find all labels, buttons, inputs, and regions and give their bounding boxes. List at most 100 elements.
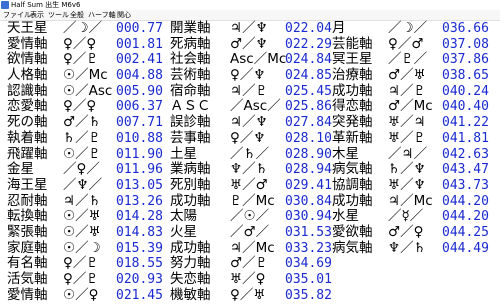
planet-pair-formula: ♀／♇ [63, 255, 99, 272]
degree-value: 029.41 [285, 177, 332, 193]
axis-name: 飛躍軸 [7, 145, 48, 162]
planet-pair-formula: ♀／♆ [230, 67, 266, 84]
list-item: 欲情軸 ♀／♇ 002.41 [7, 52, 177, 68]
planet-pair-formula: ☉／♅ [63, 223, 101, 240]
planet-pair-formula: ☉／☽ [63, 239, 101, 256]
axis-name: 病気軸 [332, 239, 373, 256]
list-item: 機敏軸 ♀／♅ 035.82 [170, 286, 340, 304]
planet-pair-formula: ♃／♆ [230, 20, 268, 36]
planet-pair-formula: ♃／♇ [230, 82, 268, 99]
axis-name: 宿命軸 [170, 82, 211, 99]
list-item: 社会軸 Asc／Mc 024.84 [170, 52, 340, 68]
planet-pair-formula: ／♇／ [388, 51, 428, 68]
axis-name: 努力軸 [170, 255, 211, 272]
axis-name: 芸術軸 [170, 67, 211, 84]
axis-name: 太陽 [170, 208, 197, 225]
degree-value: 013.05 [116, 177, 163, 193]
axis-name: 治療軸 [332, 67, 373, 84]
degree-value: 043.47 [442, 162, 489, 178]
degree-value: 025.86 [285, 99, 332, 115]
axis-name: 社会軸 [170, 51, 211, 68]
degree-value: 044.25 [442, 224, 489, 240]
window-title: Half Sum 出生 M6v6 [11, 1, 81, 9]
axis-name: 忍耐軸 [7, 192, 48, 209]
degree-value: 028.10 [285, 130, 332, 146]
menu-item-general[interactable]: 全般 [70, 10, 84, 20]
list-item: 死病軸 ♂／♆ 022.29 [170, 36, 340, 53]
degree-value: 013.26 [116, 193, 163, 209]
degree-value: 041.22 [442, 115, 489, 131]
degree-value: 037.08 [442, 36, 489, 52]
list-item: 死別軸 ♅／♂ 029.41 [170, 176, 340, 194]
axis-name: 活気軸 [7, 271, 48, 287]
planet-pair-formula: ／Asc／ [230, 98, 281, 115]
axis-name: 緊張軸 [7, 223, 48, 240]
planet-pair-formula: ♂／♅ [388, 67, 426, 84]
planet-pair-formula: ♃／Mc [388, 192, 433, 209]
list-item: 突発軸 ♅／♃ 041.22 [332, 114, 500, 131]
axis-name: 恋愛軸 [7, 98, 48, 115]
degree-value: 002.41 [116, 52, 163, 68]
list-item: 愛欲軸 ♂／♀ 044.25 [332, 223, 500, 241]
menu-item-half-axis[interactable]: ハーフ軸 [88, 10, 116, 20]
planet-pair-formula: ♄／♆ [388, 161, 426, 178]
planet-pair-formula: ♀／♀ [63, 35, 97, 52]
list-item: 天王星 ／☽／ 000.77 [7, 20, 177, 37]
list-item: 芸能軸 ♀／♂ 037.08 [332, 36, 500, 53]
list-item: 執着軸 ♄／♇ 010.88 [7, 130, 177, 147]
menu-item-file[interactable]: ファイル [3, 10, 31, 20]
degree-value: 028.90 [285, 146, 332, 162]
axis-name: 革新軸 [332, 129, 373, 146]
degree-value: 015.39 [116, 240, 163, 256]
list-item: 金星 ／♀／ 011.96 [7, 161, 177, 178]
planet-pair-formula: ☉／Asc [63, 82, 113, 99]
axis-name: 死の軸 [7, 114, 48, 131]
menu-item-tools[interactable]: ツール [48, 10, 69, 20]
list-item: 死の軸 ♂／♄ 007.71 [7, 114, 177, 131]
axis-name: 家庭軸 [7, 239, 48, 256]
degree-value: 030.84 [285, 193, 332, 209]
axis-name: 火星 [170, 223, 197, 240]
axis-name: 失恋軸 [170, 271, 211, 287]
menu-item-view[interactable]: 表示 [30, 10, 44, 20]
degree-value: 024.85 [285, 68, 332, 84]
axis-name: 冥王星 [332, 51, 373, 68]
list-item: 開業軸 ♃／♆ 022.04 [170, 20, 340, 37]
list-item: 転換軸 ☉／♅ 014.28 [7, 209, 177, 225]
planet-pair-formula: ♂／♀ [388, 223, 424, 240]
list-item: 病気軸 ♆／♄ 044.49 [332, 239, 500, 257]
degree-value: 043.73 [442, 177, 489, 193]
list-item: 協調軸 ♅／♆ 043.73 [332, 176, 500, 194]
list-item: 業病軸 ♆／♄ 028.94 [170, 161, 340, 178]
list-item: 月 ／☽／ 036.66 [332, 20, 500, 37]
degree-value: 027.84 [285, 115, 332, 131]
list-item: 得恋軸 ♂／Mc 040.40 [332, 99, 500, 115]
planet-pair-formula: ／♂／ [230, 223, 270, 240]
planet-pair-formula: ／♄／ [230, 145, 270, 162]
axis-name: 業病軸 [170, 161, 211, 178]
axis-name: 機敏軸 [170, 286, 211, 303]
axis-name: 転換軸 [7, 208, 48, 225]
list-item: 土星 ／♄／ 028.90 [170, 145, 340, 163]
axis-name: 死別軸 [170, 176, 211, 193]
axis-name: 成功軸 [332, 192, 373, 209]
axis-name: 愛情軸 [7, 286, 48, 303]
degree-value: 001.81 [116, 36, 163, 52]
axis-name: 人格軸 [7, 67, 48, 84]
list-item: 家庭軸 ☉／☽ 015.39 [7, 239, 177, 257]
planet-pair-formula: ☉／♀ [63, 286, 99, 303]
planet-pair-formula: ♅／♆ [388, 176, 426, 193]
degree-value: 037.86 [442, 52, 489, 68]
degree-value: 044.49 [442, 240, 489, 256]
app-icon [1, 1, 9, 9]
axis-name: 得恋軸 [332, 98, 373, 115]
planet-pair-formula: ♆／♄ [230, 161, 268, 178]
degree-value: 031.53 [285, 224, 332, 240]
axis-name: 愛欲軸 [332, 223, 373, 240]
degree-value: 011.90 [116, 146, 163, 162]
degree-value: 007.71 [116, 115, 163, 131]
axis-name: 誤診軸 [170, 114, 211, 131]
menu-item-interest[interactable]: 関心 [117, 10, 131, 20]
list-item: 努力軸 ♂／♇ 034.69 [170, 256, 340, 272]
axis-name: ＡＳＣ [170, 98, 211, 115]
